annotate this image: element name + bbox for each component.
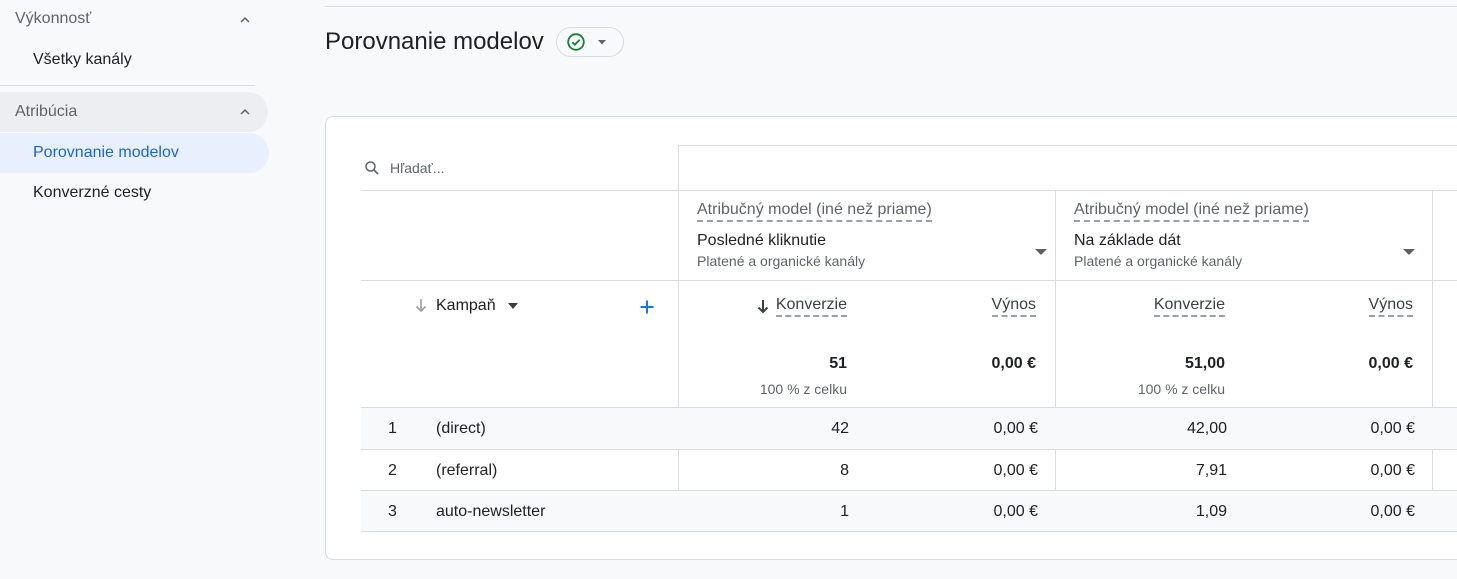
add-dimension-button[interactable] xyxy=(635,295,659,319)
sidebar-item-konverzne-cesty[interactable]: Konverzné cesty xyxy=(0,173,269,213)
search-icon xyxy=(365,160,379,174)
sidebar-section-label: Výkonnosť xyxy=(15,10,92,27)
caret-down-icon xyxy=(1403,249,1415,255)
check-circle-icon xyxy=(567,33,585,51)
sidebar-item-porovnanie-modelov[interactable]: Porovnanie modelov xyxy=(0,133,269,173)
row-conversions-1: 8 xyxy=(840,462,849,479)
sidebar-divider xyxy=(0,85,255,86)
sidebar-item-label: Konverzné cesty xyxy=(33,184,152,201)
total-value: 51 xyxy=(829,355,847,372)
row-index: 3 xyxy=(388,503,397,520)
sidebar: Výkonnosť Všetky kanály Atribúcia Porovn… xyxy=(0,0,270,579)
table-divider xyxy=(361,280,1457,281)
row-index: 2 xyxy=(388,462,397,479)
row-conversions-1: 42 xyxy=(831,420,849,437)
row-revenue-1: 0,00 € xyxy=(993,420,1038,437)
total-value: 0,00 € xyxy=(1368,355,1413,372)
row-revenue-1: 0,00 € xyxy=(993,503,1038,520)
table-search xyxy=(361,145,678,190)
row-campaign: auto-newsletter xyxy=(436,503,546,520)
row-campaign: (direct) xyxy=(436,420,486,437)
sort-arrow-icon xyxy=(415,299,427,313)
table-top-border xyxy=(678,145,1457,146)
metric-header-conversions-1[interactable]: Konverzie xyxy=(756,296,847,317)
row-conversions-1: 1 xyxy=(840,503,849,520)
model-selected: Na základe dát xyxy=(1074,232,1181,249)
page-title: Porovnanie modelov xyxy=(325,28,544,55)
chevron-up-icon xyxy=(240,109,250,115)
sidebar-section-label: Atribúcia xyxy=(15,103,78,120)
plus-icon xyxy=(640,300,654,314)
sidebar-item-label: Porovnanie modelov xyxy=(33,144,179,161)
total-percent: 100 % z celku xyxy=(1137,381,1225,397)
dimension-label: Kampaň xyxy=(436,297,496,314)
metric-header-revenue-1[interactable]: Výnos xyxy=(991,296,1036,317)
header-divider xyxy=(325,6,1457,7)
total-value: 0,00 € xyxy=(991,355,1036,372)
metric-header-conversions-2[interactable]: Konverzie xyxy=(1153,296,1225,317)
sort-descending-icon xyxy=(757,299,769,313)
model-channels: Platené a organické kanály xyxy=(697,253,866,269)
sidebar-section-atribucia[interactable]: Atribúcia xyxy=(0,92,268,132)
chevron-up-icon xyxy=(240,17,250,23)
table-row[interactable]: 2 (referral) 8 0,00 € 7,91 0,00 € xyxy=(361,450,1457,491)
metric-label: Konverzie xyxy=(1153,296,1225,317)
row-index: 1 xyxy=(388,420,397,437)
attribution-model-selector-2[interactable]: Atribučný model (iné než priame) Na zákl… xyxy=(1074,201,1415,269)
caret-down-icon xyxy=(598,40,606,45)
metric-label: Konverzie xyxy=(775,296,847,317)
metric-label: Výnos xyxy=(1368,296,1413,317)
metric-header-revenue-2[interactable]: Výnos xyxy=(1368,296,1413,317)
metric-label: Výnos xyxy=(991,296,1036,317)
sidebar-item-label: Všetky kanály xyxy=(33,51,132,68)
model-channels: Platené a organické kanály xyxy=(1074,253,1243,269)
row-conversions-2: 42,00 xyxy=(1186,420,1227,437)
status-chip[interactable] xyxy=(556,27,624,57)
row-conversions-2: 7,91 xyxy=(1195,462,1227,479)
sidebar-item-vsetky-kanaly[interactable]: Všetky kanály xyxy=(0,40,269,80)
attribution-model-selector-1[interactable]: Atribučný model (iné než priame) Posledn… xyxy=(697,201,1047,269)
row-revenue-2: 0,00 € xyxy=(1370,462,1415,479)
table-divider xyxy=(361,190,1457,191)
total-percent: 100 % z celku xyxy=(759,381,847,397)
row-revenue-2: 0,00 € xyxy=(1370,420,1415,437)
sidebar-section-vykonnost[interactable]: Výkonnosť xyxy=(0,0,268,38)
caret-down-icon xyxy=(507,303,518,309)
search-input[interactable] xyxy=(390,159,650,176)
table-row[interactable]: 1 (direct) 42 0,00 € 42,00 0,00 € xyxy=(361,408,1457,449)
model-comparison-card: Atribučný model (iné než priame) Posledn… xyxy=(325,116,1457,560)
table-bottom-border xyxy=(361,531,1457,532)
model-label: Atribučný model (iné než priame) xyxy=(697,201,932,222)
total-value: 51,00 xyxy=(1184,355,1225,372)
caret-down-icon xyxy=(1035,249,1047,255)
model-selected: Posledné kliknutie xyxy=(697,232,826,249)
dimension-header[interactable]: Kampaň xyxy=(414,297,518,315)
row-revenue-2: 0,00 € xyxy=(1370,503,1415,520)
table-row[interactable]: 3 auto-newsletter 1 0,00 € 1,09 0,00 € xyxy=(361,491,1457,532)
model-label: Atribučný model (iné než priame) xyxy=(1074,201,1309,222)
row-revenue-1: 0,00 € xyxy=(993,462,1038,479)
row-conversions-2: 1,09 xyxy=(1195,503,1227,520)
row-campaign: (referral) xyxy=(436,462,498,479)
